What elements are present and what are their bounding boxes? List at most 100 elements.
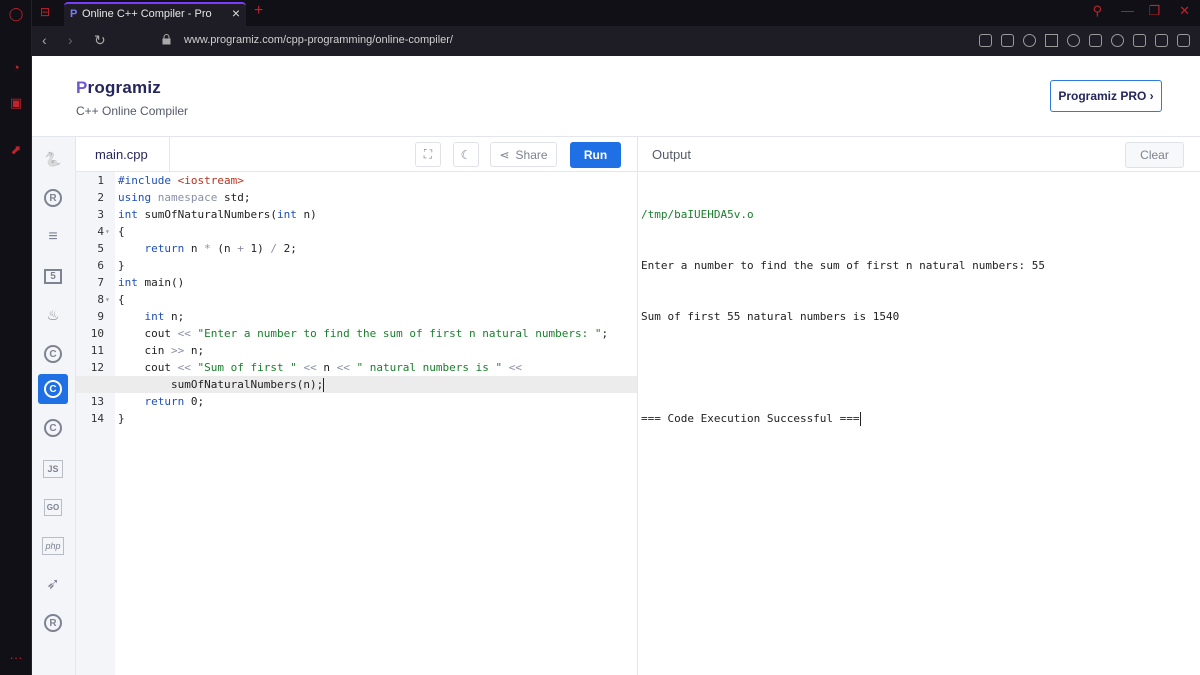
box-icon[interactable]: [1089, 34, 1102, 47]
code-line: 1 #include <iostream>: [76, 172, 638, 189]
go-icon[interactable]: GO: [38, 492, 68, 522]
close-tab-icon[interactable]: ×: [232, 5, 240, 21]
lock-icon: [162, 34, 171, 45]
html5-icon[interactable]: 5: [38, 261, 68, 291]
address-bar: ‹ › ↻ www.programiz.com/cpp-programming/…: [32, 26, 1200, 56]
js-glyph: JS: [43, 460, 63, 478]
line-number: 7: [97, 276, 104, 289]
console-cursor: [859, 412, 861, 426]
reload-icon[interactable]: ↻: [94, 32, 106, 49]
code-line: 4 ▾{: [76, 223, 638, 240]
line-number: 9: [97, 310, 104, 323]
clear-button[interactable]: Clear: [1125, 142, 1184, 168]
csharp-icon[interactable]: C: [38, 413, 68, 443]
language-sidebar: 🐍 R ≡ 5 ♨ C C C JS GO php ➶ R: [32, 137, 76, 675]
back-icon[interactable]: ‹: [42, 32, 47, 48]
java-icon[interactable]: ♨: [38, 300, 68, 330]
speed-dial-icon[interactable]: ◔: [8, 60, 24, 76]
java-glyph: ♨: [46, 306, 60, 323]
search-icon[interactable]: ⚲: [1092, 3, 1102, 19]
sql-icon[interactable]: ≡: [38, 222, 68, 252]
code-line: 14}: [76, 410, 638, 427]
r-icon[interactable]: R: [38, 183, 68, 213]
output-line: Enter a number to find the sum of first …: [641, 259, 1045, 272]
programiz-logo[interactable]: Programiz: [76, 78, 161, 98]
opera-logo-icon[interactable]: ◯: [8, 6, 24, 22]
file-tab[interactable]: main.cpp: [76, 137, 170, 172]
editor-toolbar: main.cpp ⛶ ☾ ⋖ Share Run: [76, 137, 638, 172]
php-icon[interactable]: php: [38, 531, 68, 561]
line-number: 1: [97, 174, 104, 187]
browser-tab[interactable]: P Online C++ Compiler - Pro ×: [64, 2, 246, 26]
dark-mode-icon[interactable]: ☾: [453, 142, 479, 167]
minimize-icon[interactable]: —: [1121, 3, 1134, 18]
line-number: 11: [90, 344, 104, 357]
tab-title: Online C++ Compiler - Pro: [82, 8, 212, 20]
code-line-active: sumOfNaturalNumbers(n);: [76, 376, 638, 393]
cpp-glyph: C: [44, 380, 62, 398]
run-button[interactable]: Run: [570, 142, 621, 168]
fold-icon[interactable]: ▾: [105, 223, 110, 240]
browser-sidebar: ◯ ◔ ▣ ⬈ ···: [0, 0, 32, 675]
account-icon[interactable]: [1111, 34, 1124, 47]
fullscreen-icon[interactable]: ⛶: [415, 142, 441, 167]
code-line: 6}: [76, 257, 638, 274]
c-icon[interactable]: C: [38, 339, 68, 369]
tab-bar: ⊟ P Online C++ Compiler - Pro × + ⚲ — ❐ …: [32, 0, 1200, 26]
code-line: 11 cin >> n;: [76, 342, 638, 359]
output-toolbar: Output Clear: [638, 137, 1200, 172]
forward-icon[interactable]: ›: [68, 32, 73, 48]
php-glyph: php: [42, 537, 64, 555]
code-line: 5 return n * (n + 1) / 2;: [76, 240, 638, 257]
programiz-favicon-icon: P: [70, 8, 78, 20]
share-label: Share: [515, 147, 548, 162]
vpn-icon[interactable]: [1023, 34, 1036, 47]
line-number: 2: [97, 191, 104, 204]
url-field[interactable]: www.programiz.com/cpp-programming/online…: [184, 34, 453, 46]
rust-icon[interactable]: R: [38, 608, 68, 638]
line-number: 5: [97, 242, 104, 255]
play-icon[interactable]: [1045, 34, 1058, 47]
text-cursor: [323, 378, 325, 392]
cpp-icon[interactable]: C: [38, 374, 68, 404]
gamepad-icon[interactable]: ⊟: [40, 5, 50, 19]
more-icon[interactable]: ···: [8, 650, 24, 666]
camera-icon[interactable]: [1001, 34, 1014, 47]
heart-icon[interactable]: [1067, 34, 1080, 47]
status-text: === Code Execution Successful ===: [641, 412, 860, 425]
code-line: 13 return 0;: [76, 393, 638, 410]
swift-icon[interactable]: ➶: [38, 569, 68, 599]
rust-glyph: R: [44, 614, 62, 632]
gx-corner-icon[interactable]: ▣: [8, 95, 24, 111]
edit-icon[interactable]: [979, 34, 992, 47]
line-number: 14: [90, 412, 104, 425]
line-number: 3: [97, 208, 104, 221]
code-line: 2 using namespace std;: [76, 189, 638, 206]
output-line: Sum of first 55 natural numbers is 1540: [641, 310, 900, 323]
output-line-status: === Code Execution Successful ===: [641, 410, 1200, 427]
output-console[interactable]: /tmp/baIUEHDA5v.o Enter a number to find…: [638, 172, 1200, 675]
share-button[interactable]: ⋖ Share: [490, 142, 557, 167]
code-editor[interactable]: 1 #include <iostream> 2 using namespace st…: [76, 172, 638, 675]
html5-glyph: 5: [44, 268, 62, 284]
browser-toolbar: [979, 34, 1190, 47]
code-line: 7 int main(): [76, 274, 638, 291]
fold-icon[interactable]: ▾: [105, 291, 110, 308]
new-tab-icon[interactable]: +: [254, 2, 263, 20]
python-icon[interactable]: 🐍: [38, 144, 68, 174]
battery-icon[interactable]: [1155, 34, 1168, 47]
download-icon[interactable]: [1133, 34, 1146, 47]
pinboard-icon[interactable]: ⬈: [8, 142, 24, 158]
menu-icon[interactable]: [1177, 34, 1190, 47]
line-number: 10: [90, 327, 104, 340]
code-line: 12 cout << "Sum of first " << n << " nat…: [76, 359, 638, 376]
line-number: 4: [97, 225, 104, 238]
js-icon[interactable]: JS: [38, 454, 68, 484]
code-line: 8 ▾{: [76, 291, 638, 308]
restore-icon[interactable]: ❐: [1148, 3, 1160, 19]
code-line: 3 int sumOfNaturalNumbers(int n): [76, 206, 638, 223]
code-line: 10 cout << "Enter a number to find the s…: [76, 325, 638, 342]
programiz-pro-button[interactable]: Programiz PRO ›: [1050, 80, 1162, 112]
close-window-icon[interactable]: ✕: [1179, 3, 1190, 19]
